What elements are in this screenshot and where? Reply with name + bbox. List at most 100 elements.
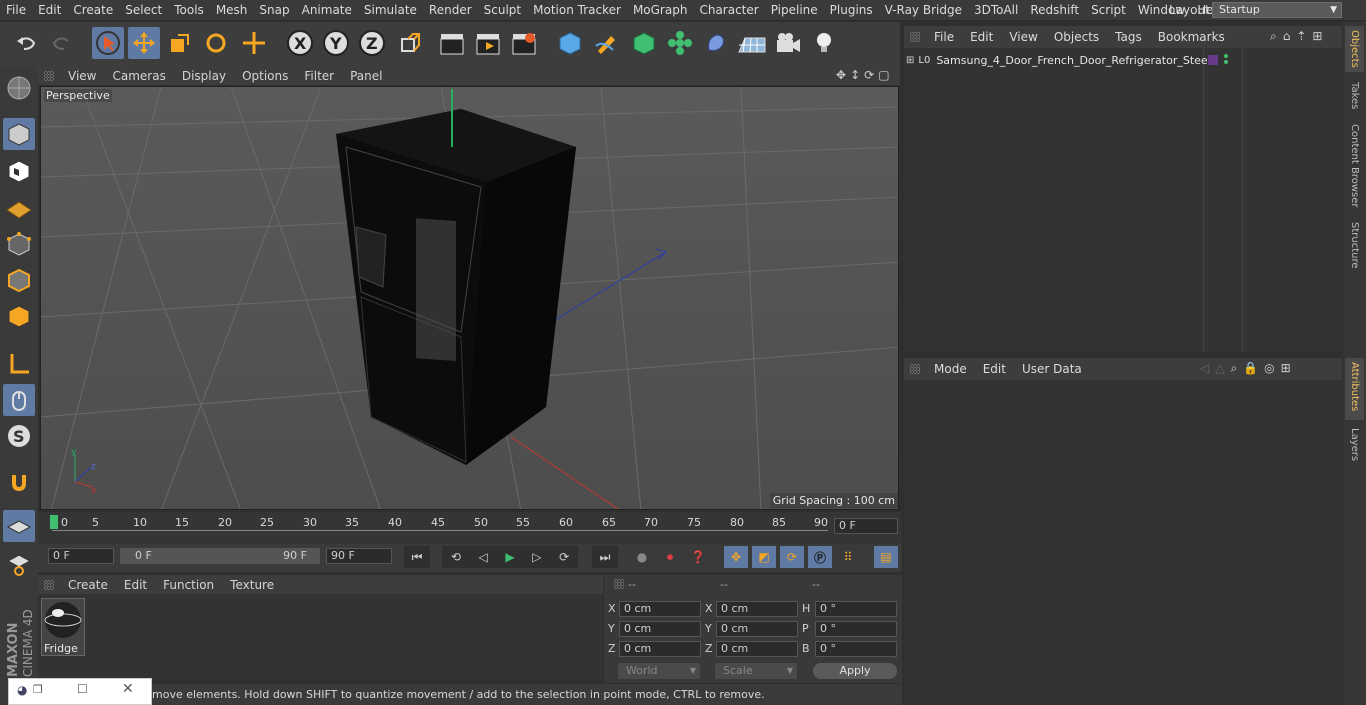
rotate-tool-button[interactable] [200, 27, 232, 59]
up-arrow-icon[interactable]: △ [1215, 361, 1224, 376]
attributes-menu-mode[interactable]: Mode [926, 362, 975, 376]
key-position-button[interactable]: ✥ [724, 546, 748, 568]
viewport-menu-cameras[interactable]: Cameras [104, 69, 173, 83]
scale-tool-button[interactable] [164, 27, 196, 59]
rot-b-field[interactable]: 0 ° [815, 641, 897, 657]
start-frame-field[interactable]: 0 F [48, 548, 114, 564]
objects-menu-tags[interactable]: Tags [1107, 30, 1150, 44]
playhead-marker[interactable] [50, 515, 58, 529]
workplane-button[interactable] [3, 192, 35, 224]
model-mode-button[interactable] [3, 118, 35, 150]
target-icon[interactable]: ◎ [1264, 361, 1274, 376]
menu-create[interactable]: Create [67, 0, 119, 21]
z-axis-lock-button[interactable]: Z [356, 27, 388, 59]
render-picture-viewer-button[interactable] [472, 27, 504, 59]
viewport-menu-display[interactable]: Display [174, 69, 234, 83]
tab-attributes[interactable]: Attributes [1345, 358, 1364, 420]
x-axis-lock-button[interactable]: X [284, 27, 316, 59]
size-x-field[interactable]: 0 cm [716, 601, 798, 617]
deformer-button[interactable] [700, 27, 732, 59]
layer-color-swatch[interactable] [1208, 55, 1218, 65]
edges-mode-button[interactable] [3, 264, 35, 296]
attributes-menu-user-data[interactable]: User Data [1014, 362, 1090, 376]
dolly-icon[interactable]: ↕ [850, 68, 860, 83]
maximize-icon[interactable]: ▢ [878, 68, 889, 83]
size-y-field[interactable]: 0 cm [716, 621, 798, 637]
viewport-menu-options[interactable]: Options [234, 69, 296, 83]
next-key-button[interactable]: ⟳ [559, 550, 569, 564]
restore-icon[interactable]: ❐ [33, 683, 43, 696]
material-menu-function[interactable]: Function [155, 578, 222, 592]
cloner-button[interactable] [664, 27, 696, 59]
material-swatch[interactable]: Fridge [41, 598, 85, 656]
menu-mograph[interactable]: MoGraph [627, 0, 694, 21]
end-frame-field[interactable]: 90 F [326, 548, 392, 564]
make-editable-button[interactable] [3, 72, 35, 104]
undo-button[interactable] [10, 27, 42, 59]
objects-menu-objects[interactable]: Objects [1046, 30, 1107, 44]
expand-icon[interactable]: ⊞ [906, 55, 914, 66]
menu-sculpt[interactable]: Sculpt [478, 0, 527, 21]
go-to-start-button[interactable]: ⏮ [404, 546, 430, 568]
floor-button[interactable] [736, 27, 768, 59]
visibility-dots-icon[interactable] [1224, 54, 1229, 66]
pos-x-field[interactable]: 0 cm [619, 601, 701, 617]
points-mode-button[interactable] [3, 228, 35, 260]
material-menu-texture[interactable]: Texture [222, 578, 282, 592]
snap-button[interactable] [3, 466, 35, 498]
select-tool-button[interactable] [92, 27, 124, 59]
menu-file[interactable]: File [0, 0, 32, 21]
prev-frame-button[interactable]: ◁ [479, 550, 488, 564]
orbit-icon[interactable]: ⟳ [864, 68, 874, 83]
menu-motion-tracker[interactable]: Motion Tracker [527, 0, 627, 21]
render-view-button[interactable] [436, 27, 468, 59]
new-window-icon[interactable]: ⊞ [1281, 361, 1291, 376]
pan-icon[interactable]: ✥ [836, 68, 846, 83]
rot-h-field[interactable]: 0 ° [815, 601, 897, 617]
pos-z-field[interactable]: 0 cm [619, 641, 701, 657]
next-frame-button[interactable]: ▷ [532, 550, 541, 564]
live-select-button[interactable] [238, 27, 270, 59]
move-tool-button[interactable] [128, 27, 160, 59]
coord-mode-select[interactable]: World ▼ [618, 663, 700, 679]
key-param-button[interactable]: Ⓟ [808, 546, 832, 568]
objects-menu-file[interactable]: File [926, 30, 962, 44]
workplane-lock-button[interactable] [3, 510, 35, 542]
maximize-icon[interactable]: ☐ [77, 682, 88, 696]
pos-y-field[interactable]: 0 cm [619, 621, 701, 637]
menu-pipeline[interactable]: Pipeline [765, 0, 824, 21]
menu-edit[interactable]: Edit [32, 0, 67, 21]
menu-vray-bridge[interactable]: V-Ray Bridge [879, 0, 968, 21]
layout-select[interactable]: Startup ▼ [1212, 2, 1342, 18]
tab-structure[interactable]: Structure [1345, 220, 1364, 272]
tab-content-browser[interactable]: Content Browser [1345, 122, 1364, 212]
prev-key-button[interactable]: ⟲ [451, 550, 461, 564]
menu-animate[interactable]: Animate [296, 0, 358, 21]
quantize-button[interactable] [3, 548, 35, 580]
light-button[interactable] [808, 27, 840, 59]
menu-3dtoall[interactable]: 3DToAll [968, 0, 1024, 21]
material-menu-edit[interactable]: Edit [116, 578, 155, 592]
tab-takes[interactable]: Takes [1345, 80, 1364, 116]
menu-character[interactable]: Character [693, 0, 764, 21]
viewport-3d[interactable]: y z x [40, 86, 899, 510]
cube-button[interactable] [554, 27, 586, 59]
timeline-window-button[interactable]: ▤ [874, 546, 898, 568]
search-icon[interactable]: ⌕ [1230, 361, 1237, 376]
render-settings-button[interactable] [508, 27, 540, 59]
material-menu-create[interactable]: Create [60, 578, 116, 592]
menu-snap[interactable]: Snap [253, 0, 295, 21]
rot-p-field[interactable]: 0 ° [815, 621, 897, 637]
search-icon[interactable]: ⌕ [1270, 29, 1277, 44]
key-pla-button[interactable]: ⠿ [836, 546, 860, 568]
coordinate-system-button[interactable] [394, 27, 426, 59]
close-icon[interactable]: ✕ [122, 681, 134, 697]
objects-menu-view[interactable]: View [1001, 30, 1045, 44]
tweak-mode-button[interactable] [3, 384, 35, 416]
menu-script[interactable]: Script [1085, 0, 1132, 21]
texture-mode-button[interactable] [3, 155, 35, 187]
frame-range-slider[interactable]: 0 F 90 F [120, 548, 320, 564]
play-button[interactable]: ▶ [505, 550, 514, 564]
coord-scale-select[interactable]: Scale ▼ [715, 663, 797, 679]
keyframe-selection-button[interactable]: ❓ [686, 546, 710, 568]
